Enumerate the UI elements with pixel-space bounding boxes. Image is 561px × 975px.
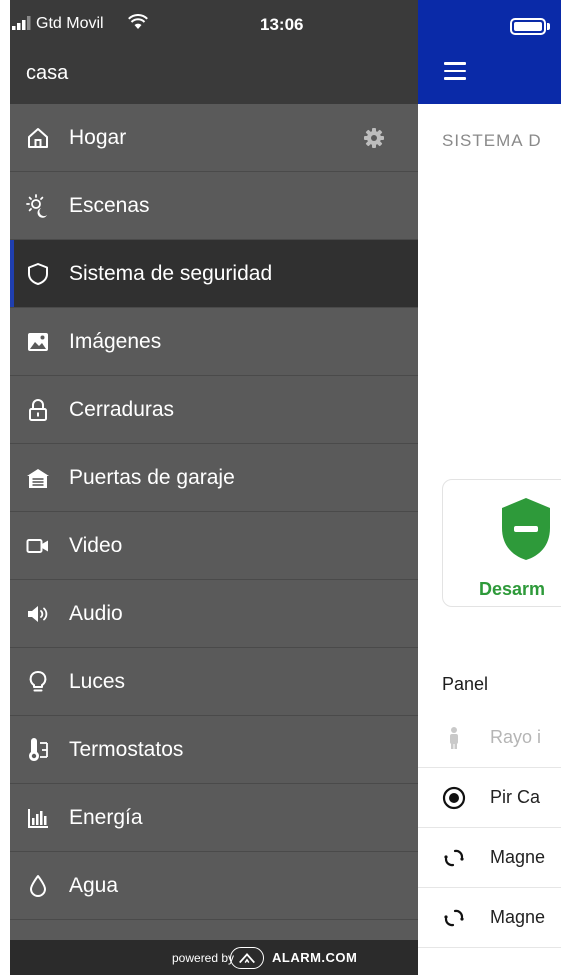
nav-item-label: Video: [69, 534, 123, 557]
person-icon: [450, 727, 458, 749]
app-header: [418, 0, 561, 104]
arming-status-card[interactable]: Desarm: [442, 479, 561, 607]
shield-disarmed-icon: [502, 498, 550, 560]
powered-by-text: powered by: [172, 951, 235, 965]
signal-icon: [12, 16, 31, 30]
speaker-icon: [28, 606, 48, 622]
security-screen: SISTEMA D Desarm Panel Rayo i Pir Ca Mag…: [418, 0, 561, 975]
nav-item-video[interactable]: Video: [10, 512, 418, 580]
battery-icon: [510, 18, 546, 35]
nav-item-label: Luces: [69, 670, 126, 693]
section-title: SISTEMA D: [442, 131, 542, 150]
nav-item-label: Agua: [69, 874, 119, 897]
nav-item-energia[interactable]: Energía: [10, 784, 418, 852]
nav-item-label: Audio: [69, 602, 123, 625]
nav-item-puertas-de-garaje[interactable]: Puertas de garaje: [10, 444, 418, 512]
link-icon: [444, 909, 464, 927]
brand-name: ALARM.COM: [272, 950, 358, 965]
bulb-icon: [29, 671, 47, 692]
sensor-label: Magne: [490, 847, 546, 867]
sensor-row[interactable]: Magne: [418, 888, 561, 948]
thermostat-icon: [29, 738, 48, 761]
nav-item-imagenes[interactable]: Imágenes: [10, 308, 418, 376]
panel-title: Panel: [442, 674, 489, 694]
image-icon: [28, 333, 48, 351]
sensor-row[interactable]: Pir Ca: [418, 768, 561, 828]
sensor-label: Magne: [490, 907, 546, 927]
nav-item-agua[interactable]: Agua: [10, 852, 418, 920]
navigation-drawer: Gtd Movil 13:06 casa Hogar Escenas Siste…: [10, 0, 418, 975]
nav-item-label: Escenas: [69, 194, 150, 217]
shield-icon: [28, 263, 48, 285]
water-drop-icon: [30, 875, 46, 897]
gear-icon[interactable]: [364, 128, 384, 148]
arming-status-label: Desarm: [479, 579, 546, 599]
nav-item-sistema-de-seguridad[interactable]: Sistema de seguridad: [10, 240, 418, 308]
sensor-row[interactable]: Magne: [418, 828, 561, 888]
status-bar: Gtd Movil 13:06: [10, 0, 418, 44]
energy-icon: [28, 809, 48, 828]
nav-item-label: Imágenes: [69, 330, 162, 353]
powered-by-footer: powered by ALARM.COM: [10, 940, 418, 975]
carrier-name: Gtd Movil: [36, 15, 104, 32]
home-icon: [28, 128, 48, 148]
clock: 13:06: [260, 15, 304, 34]
nav-item-label: Termostatos: [69, 738, 184, 761]
link-icon: [444, 849, 464, 867]
sensor-row[interactable]: Rayo i: [418, 708, 561, 768]
hamburger-menu-icon[interactable]: [444, 62, 466, 80]
nav-item-audio[interactable]: Audio: [10, 580, 418, 648]
nav-list: Hogar Escenas Sistema de seguridad Imáge…: [10, 104, 418, 920]
nav-item-luces[interactable]: Luces: [10, 648, 418, 716]
nav-item-escenas[interactable]: Escenas: [10, 172, 418, 240]
nav-item-label: Puertas de garaje: [69, 466, 235, 489]
lock-icon: [29, 399, 47, 421]
nav-item-cerraduras[interactable]: Cerraduras: [10, 376, 418, 444]
garage-icon: [27, 469, 49, 488]
nav-item-label: Sistema de seguridad: [69, 262, 273, 285]
motion-dot-icon: [442, 786, 466, 810]
sensor-label: Rayo i: [490, 727, 542, 747]
video-icon: [26, 539, 48, 553]
scenes-icon: [26, 194, 47, 218]
nav-item-label: Hogar: [69, 126, 127, 149]
nav-item-label: Energía: [69, 806, 143, 829]
nav-item-hogar[interactable]: Hogar: [10, 104, 418, 172]
location-name: casa: [26, 62, 69, 84]
wifi-icon: [128, 14, 148, 29]
nav-item-label: Cerraduras: [69, 398, 175, 421]
alarm-logo-icon: [230, 947, 264, 969]
nav-item-termostatos[interactable]: Termostatos: [10, 716, 418, 784]
sensor-label: Pir Ca: [490, 787, 541, 807]
location-header[interactable]: casa: [10, 44, 418, 104]
